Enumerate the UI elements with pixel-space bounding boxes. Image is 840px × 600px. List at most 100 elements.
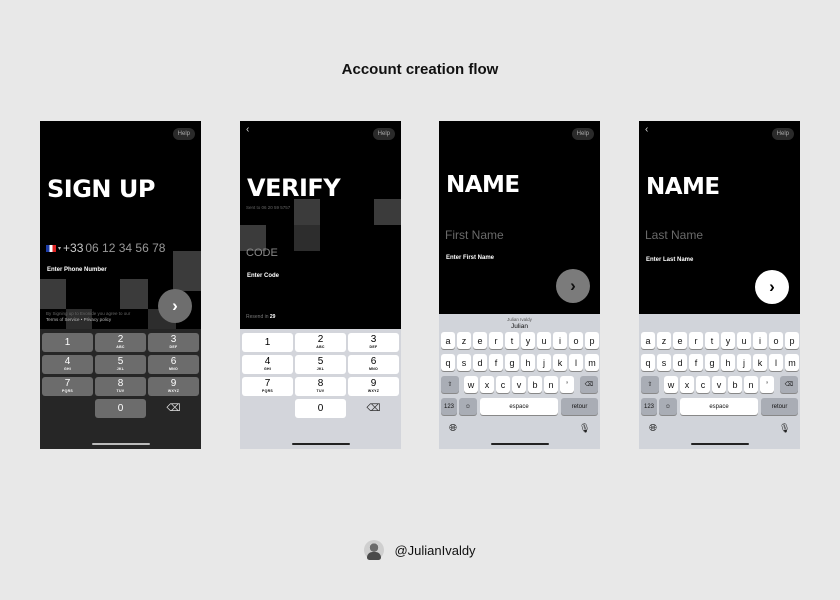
key-d[interactable]: d <box>673 354 687 371</box>
delete-key[interactable]: ⌫ <box>780 376 798 393</box>
key-f[interactable]: f <box>689 354 703 371</box>
key-z[interactable]: z <box>657 332 671 349</box>
key-y[interactable]: y <box>521 332 535 349</box>
help-button[interactable]: Help <box>172 128 195 140</box>
globe-icon[interactable]: 🌐︎ <box>449 423 457 434</box>
key-1[interactable]: 1 <box>42 333 93 352</box>
back-button[interactable]: ‹ <box>246 125 249 135</box>
key-s[interactable]: s <box>657 354 671 371</box>
key-u[interactable]: u <box>737 332 751 349</box>
key-g[interactable]: g <box>505 354 519 371</box>
key-8[interactable]: 8 TUV <box>295 377 346 396</box>
key-0[interactable]: 0 <box>95 399 146 418</box>
key-y[interactable]: y <box>721 332 735 349</box>
key-e[interactable]: e <box>673 332 687 349</box>
space-key[interactable]: espace <box>480 398 558 415</box>
key-x[interactable]: x <box>680 376 694 393</box>
key-w[interactable]: w <box>464 376 478 393</box>
key-0[interactable]: 0 <box>295 399 346 418</box>
key-m[interactable]: m <box>585 354 599 371</box>
chevron-down-icon[interactable]: ▾ <box>58 245 61 252</box>
key-3[interactable]: 3 DEF <box>148 333 199 352</box>
key-b[interactable]: b <box>528 376 542 393</box>
key-z[interactable]: z <box>457 332 471 349</box>
key-9[interactable]: 9 WXYZ <box>148 377 199 396</box>
key-q[interactable]: q <box>441 354 455 371</box>
key-t[interactable]: t <box>505 332 519 349</box>
key-k[interactable]: k <box>753 354 767 371</box>
key-7[interactable]: 7 PQRS <box>242 377 293 396</box>
key-o[interactable]: o <box>569 332 583 349</box>
help-button[interactable]: Help <box>771 128 794 140</box>
key-apostrophe[interactable]: ’ <box>560 376 574 393</box>
delete-key[interactable]: ⌫ <box>348 399 399 418</box>
key-e[interactable]: e <box>473 332 487 349</box>
key-l[interactable]: l <box>569 354 583 371</box>
numbers-key[interactable]: 123 <box>641 398 657 415</box>
key-6[interactable]: 6 MNO <box>148 355 199 374</box>
key-s[interactable]: s <box>457 354 471 371</box>
key-t[interactable]: t <box>705 332 719 349</box>
key-v[interactable]: v <box>712 376 726 393</box>
key-j[interactable]: j <box>737 354 751 371</box>
key-q[interactable]: q <box>641 354 655 371</box>
emoji-key[interactable]: ☺ <box>459 398 477 415</box>
key-k[interactable]: k <box>553 354 567 371</box>
key-8[interactable]: 8 TUV <box>95 377 146 396</box>
key-1[interactable]: 1 <box>242 333 293 352</box>
key-n[interactable]: n <box>744 376 758 393</box>
last-name-input[interactable]: Last Name <box>645 228 703 242</box>
key-r[interactable]: r <box>489 332 503 349</box>
globe-icon[interactable]: 🌐︎ <box>649 423 657 434</box>
key-n[interactable]: n <box>544 376 558 393</box>
shift-key[interactable]: ⇧ <box>441 376 459 393</box>
key-9[interactable]: 9 WXYZ <box>348 377 399 396</box>
key-4[interactable]: 4 GHI <box>242 355 293 374</box>
next-button[interactable]: › <box>556 269 590 303</box>
delete-key[interactable]: ⌫ <box>580 376 598 393</box>
key-o[interactable]: o <box>769 332 783 349</box>
suggestion-primary[interactable]: Julian <box>439 323 600 330</box>
key-7[interactable]: 7 PQRS <box>42 377 93 396</box>
key-i[interactable]: i <box>753 332 767 349</box>
author-handle[interactable]: @JulianIvaldy <box>394 543 475 558</box>
back-button[interactable]: ‹ <box>645 125 648 135</box>
key-d[interactable]: d <box>473 354 487 371</box>
key-h[interactable]: h <box>521 354 535 371</box>
space-key[interactable]: espace <box>680 398 758 415</box>
shift-key[interactable]: ⇧ <box>641 376 659 393</box>
key-6[interactable]: 6 MNO <box>348 355 399 374</box>
microphone-icon[interactable]: 🎙︎ <box>579 423 590 434</box>
key-u[interactable]: u <box>537 332 551 349</box>
help-button[interactable]: Help <box>372 128 395 140</box>
key-3[interactable]: 3 DEF <box>348 333 399 352</box>
return-key[interactable]: retour <box>761 398 798 415</box>
key-c[interactable]: c <box>696 376 710 393</box>
key-b[interactable]: b <box>728 376 742 393</box>
key-apostrophe[interactable]: ’ <box>760 376 774 393</box>
key-l[interactable]: l <box>769 354 783 371</box>
microphone-icon[interactable]: 🎙︎ <box>779 423 790 434</box>
key-5[interactable]: 5 JKL <box>95 355 146 374</box>
key-j[interactable]: j <box>537 354 551 371</box>
key-x[interactable]: x <box>480 376 494 393</box>
key-2[interactable]: 2 ABC <box>295 333 346 352</box>
emoji-key[interactable]: ☺ <box>659 398 677 415</box>
numbers-key[interactable]: 123 <box>441 398 457 415</box>
next-button[interactable]: › <box>158 289 192 323</box>
key-f[interactable]: f <box>489 354 503 371</box>
france-flag-icon[interactable] <box>46 244 56 252</box>
key-h[interactable]: h <box>721 354 735 371</box>
return-key[interactable]: retour <box>561 398 598 415</box>
first-name-input[interactable]: First Name <box>445 228 504 242</box>
delete-key[interactable]: ⌫ <box>148 399 199 418</box>
code-input[interactable]: CODE <box>246 247 278 259</box>
key-w[interactable]: w <box>664 376 678 393</box>
key-r[interactable]: r <box>689 332 703 349</box>
help-button[interactable]: Help <box>571 128 594 140</box>
key-p[interactable]: p <box>785 332 799 349</box>
key-5[interactable]: 5 JKL <box>295 355 346 374</box>
key-v[interactable]: v <box>512 376 526 393</box>
key-4[interactable]: 4 GHI <box>42 355 93 374</box>
key-p[interactable]: p <box>585 332 599 349</box>
